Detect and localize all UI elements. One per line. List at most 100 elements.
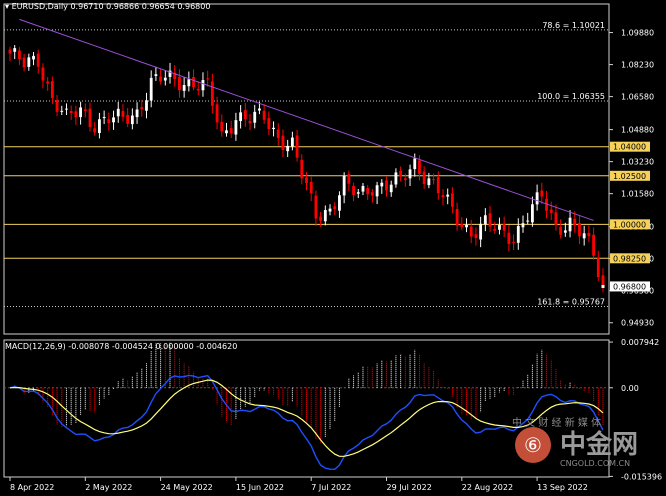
date-tick-label: 8 Apr 2022 [10, 483, 54, 492]
candle-body [389, 184, 393, 193]
watermark-logo-glyph: ⑥ [524, 433, 542, 457]
candle-body [516, 225, 520, 243]
candle-body [65, 108, 68, 110]
candle-body [262, 110, 266, 120]
price-tick-label: 1.06580 [621, 93, 654, 102]
date-tick-label: 7 Jul 2022 [311, 483, 351, 492]
ohlc-values: 0.96710 0.96866 0.96654 0.96800 [70, 2, 211, 11]
candle-body [540, 190, 544, 197]
candle-body [507, 232, 511, 244]
candle-body [93, 128, 97, 133]
candle-body [380, 182, 384, 187]
candle-body [483, 215, 487, 225]
date-tick-label: 2 May 2022 [85, 483, 132, 492]
candle-body [535, 192, 539, 205]
price-tick-label: 1.09880 [621, 29, 654, 38]
candle-body [295, 135, 299, 158]
candle-body [8, 49, 12, 54]
candle-body [563, 230, 567, 233]
date-tick-label: 22 Aug 2022 [462, 483, 513, 492]
candle-body [290, 137, 294, 147]
candle-body [210, 81, 214, 106]
candle-body [488, 213, 492, 227]
candle-body [361, 185, 365, 192]
candle-body [408, 169, 412, 179]
candle-body [126, 114, 130, 124]
trend-line [19, 18, 594, 221]
candle-body [309, 181, 313, 194]
candle-body [479, 223, 483, 240]
candle-body [74, 111, 78, 118]
watermark-url: CNGOLD.COM.CN [560, 459, 630, 468]
candle-body [243, 110, 247, 120]
candle-body [163, 77, 167, 81]
candle-body [102, 117, 106, 119]
dropdown-triangle-icon[interactable]: ▾ [5, 2, 9, 11]
candle-body [239, 112, 243, 122]
candle-body [159, 76, 163, 82]
candle-body [206, 78, 210, 80]
symbol-header: ▾ EURUSD,Daily 0.96710 0.96866 0.96654 0… [5, 2, 210, 11]
candle-body [267, 118, 271, 130]
candle-body [314, 195, 318, 219]
fib-level-label: 161.8 = 0.95767 [537, 297, 605, 306]
macd-tick-label: -0.015396 [621, 472, 662, 481]
candle-body [493, 228, 497, 231]
current-price-label: 0.96800 [613, 282, 646, 291]
candle-body [592, 234, 595, 256]
macd-tick-label: 0.007942 [621, 338, 659, 347]
candle-body [399, 170, 403, 176]
price-level-tag-label: 1.04000 [613, 143, 646, 152]
candle-body [149, 77, 153, 101]
candle-body [145, 100, 148, 111]
candle-body [578, 223, 581, 237]
candle-body [582, 233, 586, 239]
date-tick-label: 13 Sep 2022 [537, 483, 588, 492]
candle-body [300, 159, 304, 179]
candle-body [215, 104, 219, 123]
watermark-tagline: 中 文 财 经 新 媒 体 [512, 416, 601, 429]
candle-body [436, 177, 440, 194]
candle-body [286, 145, 290, 152]
candle-body [225, 130, 228, 134]
current-price-marker [601, 284, 605, 288]
candle-body [88, 108, 92, 127]
candle-body [356, 192, 360, 194]
candle-body [549, 209, 553, 213]
candle-body [338, 195, 341, 211]
candle-body [41, 67, 45, 81]
candle-body [248, 121, 252, 124]
candle-body [460, 223, 464, 228]
price-pane-frame [3, 3, 610, 335]
candle-body [50, 81, 54, 98]
candle-body [347, 174, 351, 184]
candle-body [187, 79, 191, 87]
candle-body [253, 111, 257, 123]
candle-body [375, 185, 379, 197]
candle-body [502, 224, 506, 231]
candle-body [27, 57, 31, 67]
candle-body [432, 179, 435, 181]
candle-body [385, 180, 388, 191]
candle-body [530, 204, 534, 223]
chart-window[interactable]: 1.09880 1.08230 1.06580 1.04880 1.03230 1.015… [0, 0, 666, 496]
candle-body [568, 217, 572, 232]
candle-body [276, 129, 280, 138]
candle-body [323, 210, 327, 222]
candle-body [526, 220, 530, 222]
candle-body [427, 178, 431, 186]
candle-body [422, 171, 426, 185]
candle-body [559, 226, 563, 235]
price-tick-label: 1.03230 [621, 158, 654, 167]
candle-body [192, 76, 195, 88]
candle-body [587, 232, 591, 237]
candle-body [36, 53, 40, 67]
candle-body [140, 107, 144, 110]
price-tick-label: 0.94930 [621, 319, 654, 328]
candle-body [18, 50, 21, 59]
candle-body [130, 115, 134, 125]
candle-body [107, 119, 111, 124]
date-tick-label: 29 Jul 2022 [387, 483, 432, 492]
candle-body [418, 160, 421, 174]
candle-body [154, 74, 158, 76]
